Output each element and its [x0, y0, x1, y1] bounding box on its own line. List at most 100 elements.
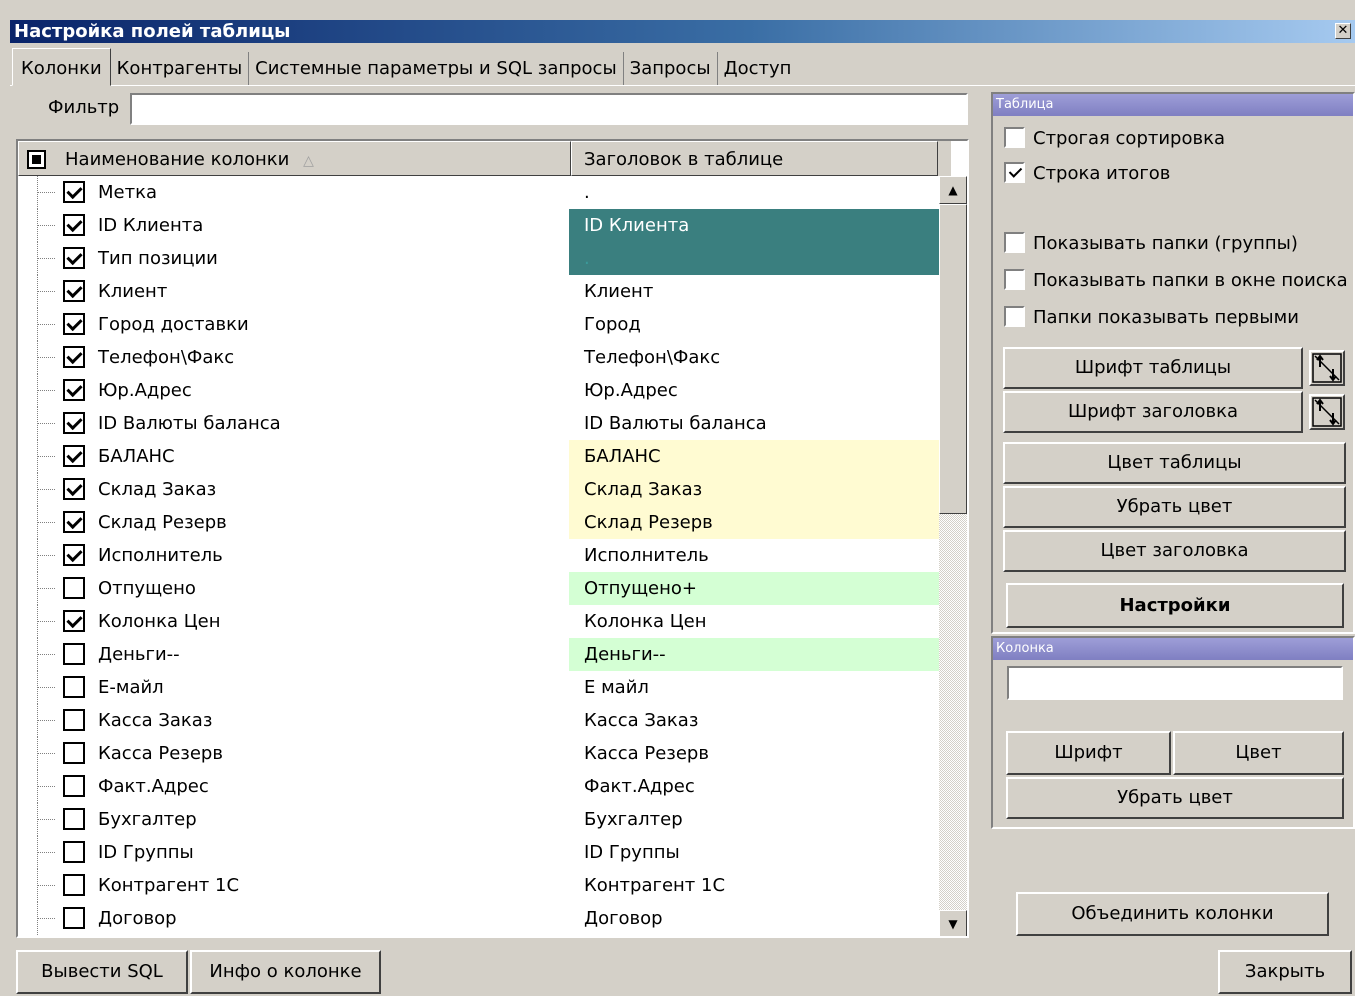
grid-vertical-scrollbar[interactable]: ▲ ▼	[939, 176, 967, 936]
table-row[interactable]: Исполнитель Исполнитель	[18, 539, 939, 572]
table-row[interactable]: Город доставки Город	[18, 308, 939, 341]
row-column-title[interactable]: Бухгалтер	[569, 803, 939, 836]
row-column-title[interactable]: Склад Заказ	[569, 473, 939, 506]
table-font-size-button[interactable]	[1309, 350, 1345, 386]
show-folders-checkbox[interactable]	[1004, 231, 1025, 253]
row-column-title[interactable]: ID Группы	[569, 836, 939, 869]
scroll-down-icon[interactable]: ▼	[939, 910, 967, 936]
table-row[interactable]: Склад Заказ Склад Заказ	[18, 473, 939, 506]
header-column-name[interactable]: Наименование колонки △	[18, 141, 571, 176]
row-visible-checkbox[interactable]	[63, 907, 85, 929]
header-font-size-button[interactable]	[1309, 394, 1345, 430]
table-color-button[interactable]: Цвет таблицы	[1003, 442, 1346, 484]
table-row[interactable]: Факт.Адрес Факт.Адрес	[18, 770, 939, 803]
row-column-title[interactable]: Клиент	[569, 275, 939, 308]
row-visible-checkbox[interactable]	[63, 775, 85, 797]
table-row[interactable]: Деньги-- Деньги--	[18, 638, 939, 671]
row-visible-checkbox[interactable]	[63, 445, 85, 467]
table-row[interactable]: Касса Резерв Касса Резерв	[18, 737, 939, 770]
row-column-title[interactable]: Город	[569, 308, 939, 341]
column-caption-input[interactable]	[1007, 666, 1343, 700]
row-column-title[interactable]: .	[569, 176, 939, 209]
show-folders-search-option[interactable]: Показывать папки в окне поиска	[1004, 268, 1348, 292]
row-column-title[interactable]: Отпущено+	[569, 572, 939, 605]
table-row[interactable]: Юр.Адрес Юр.Адрес	[18, 374, 939, 407]
column-remove-color-button[interactable]: Убрать цвет	[1006, 777, 1344, 819]
merge-columns-button[interactable]: Объединить колонки	[1016, 892, 1329, 936]
scroll-up-icon[interactable]: ▲	[939, 176, 967, 204]
row-column-title[interactable]: Касса Резерв	[569, 737, 939, 770]
table-row[interactable]: Метка.	[18, 176, 939, 209]
row-visible-checkbox[interactable]	[63, 643, 85, 665]
row-visible-checkbox[interactable]	[63, 412, 85, 434]
table-row[interactable]: ID Валюты баланса ID Валюты баланса	[18, 407, 939, 440]
row-visible-checkbox[interactable]	[63, 247, 85, 269]
header-column-title[interactable]: Заголовок в таблице	[571, 141, 938, 176]
row-column-title[interactable]: Е майл	[569, 671, 939, 704]
row-visible-checkbox[interactable]	[63, 676, 85, 698]
row-column-title[interactable]: Контрагент 1С	[569, 869, 939, 902]
show-folders-option[interactable]: Показывать папки (группы)	[1004, 231, 1298, 255]
strict-sort-checkbox[interactable]	[1004, 126, 1025, 148]
table-row[interactable]: Склад Резерв Склад Резерв	[18, 506, 939, 539]
filter-input[interactable]	[130, 93, 968, 125]
row-column-title[interactable]: Касса Заказ	[569, 704, 939, 737]
tab-system-params[interactable]: Системные параметры и SQL запросы	[249, 52, 624, 86]
table-row[interactable]: ID Клиента ID Клиента	[18, 209, 939, 242]
table-row[interactable]: Е-майл Е майл	[18, 671, 939, 704]
row-visible-checkbox[interactable]	[63, 181, 85, 203]
row-visible-checkbox[interactable]	[63, 478, 85, 500]
row-column-title[interactable]: Деньги--	[569, 638, 939, 671]
row-visible-checkbox[interactable]	[63, 841, 85, 863]
row-column-title[interactable]: ID Валюты баланса	[569, 407, 939, 440]
select-all-checkbox[interactable]	[27, 150, 46, 169]
row-visible-checkbox[interactable]	[63, 709, 85, 731]
close-window-icon[interactable]: ✕	[1335, 23, 1351, 39]
row-visible-checkbox[interactable]	[63, 544, 85, 566]
table-remove-color-button[interactable]: Убрать цвет	[1003, 486, 1346, 528]
row-visible-checkbox[interactable]	[63, 346, 85, 368]
header-color-button[interactable]: Цвет заголовка	[1003, 530, 1346, 572]
table-row[interactable]: Контрагент 1С Контрагент 1С	[18, 869, 939, 902]
table-row[interactable]: Телефон\Факс Телефон\Факс	[18, 341, 939, 374]
table-row[interactable]: БАЛАНС БАЛАНС	[18, 440, 939, 473]
scroll-thumb[interactable]	[939, 204, 967, 514]
folders-first-option[interactable]: Папки показывать первыми	[1004, 305, 1299, 329]
row-column-title[interactable]: БАЛАНС	[569, 440, 939, 473]
totals-row-checkbox[interactable]	[1004, 161, 1025, 183]
row-visible-checkbox[interactable]	[63, 214, 85, 236]
settings-button[interactable]: Настройки	[1006, 583, 1344, 628]
table-row[interactable]: Тип позиции.	[18, 242, 939, 275]
row-column-title[interactable]: Склад Резерв	[569, 506, 939, 539]
row-visible-checkbox[interactable]	[63, 577, 85, 599]
table-row[interactable]: Бухгалтер Бухгалтер	[18, 803, 939, 836]
totals-row-option[interactable]: Строка итогов	[1004, 161, 1170, 185]
row-column-title[interactable]: Колонка Цен	[569, 605, 939, 638]
row-column-title[interactable]: Телефон\Факс	[569, 341, 939, 374]
row-column-title[interactable]: Договор	[569, 902, 939, 935]
tab-counterparties[interactable]: Контрагенты	[111, 52, 250, 86]
strict-sort-option[interactable]: Строгая сортировка	[1004, 126, 1225, 150]
show-sql-button[interactable]: Вывести SQL	[16, 950, 188, 994]
row-visible-checkbox[interactable]	[63, 610, 85, 632]
row-column-title[interactable]: Факт.Адрес	[569, 770, 939, 803]
tab-access[interactable]: Доступ	[718, 52, 798, 86]
row-visible-checkbox[interactable]	[63, 808, 85, 830]
row-visible-checkbox[interactable]	[63, 280, 85, 302]
column-font-button[interactable]: Шрифт	[1006, 731, 1171, 775]
table-row[interactable]: Отпущено Отпущено+	[18, 572, 939, 605]
row-visible-checkbox[interactable]	[63, 379, 85, 401]
table-row[interactable]: Колонка Цен Колонка Цен	[18, 605, 939, 638]
row-visible-checkbox[interactable]	[63, 313, 85, 335]
header-font-button[interactable]: Шрифт заголовка	[1003, 391, 1303, 433]
table-row[interactable]: ID Группы ID Группы	[18, 836, 939, 869]
row-visible-checkbox[interactable]	[63, 742, 85, 764]
table-font-button[interactable]: Шрифт таблицы	[1003, 347, 1303, 389]
row-column-title[interactable]: Юр.Адрес	[569, 374, 939, 407]
table-row[interactable]: Договор Договор	[18, 902, 939, 935]
table-row[interactable]: Касса Заказ Касса Заказ	[18, 704, 939, 737]
row-visible-checkbox[interactable]	[63, 511, 85, 533]
column-color-button[interactable]: Цвет	[1173, 731, 1344, 775]
column-info-button[interactable]: Инфо о колонке	[190, 950, 381, 994]
tab-columns[interactable]: Колонки	[12, 48, 111, 86]
